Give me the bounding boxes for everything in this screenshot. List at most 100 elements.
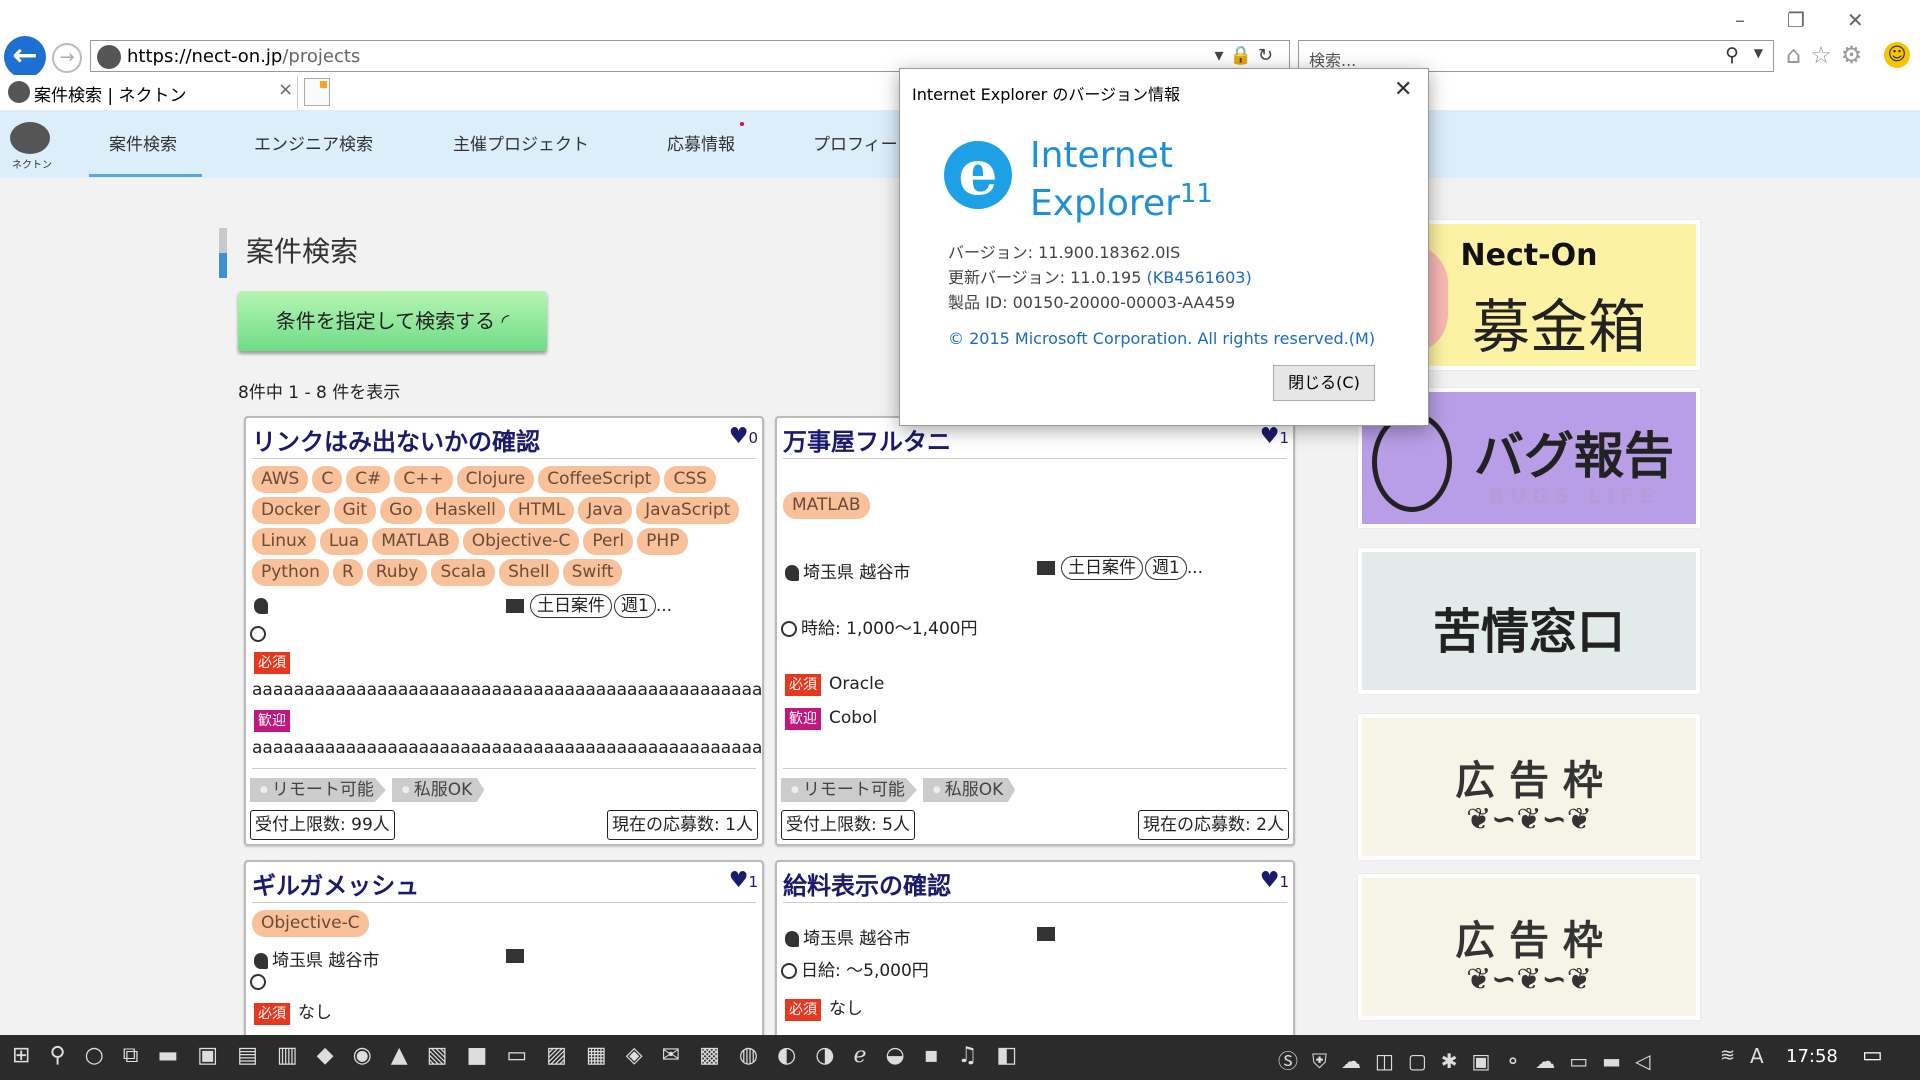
app-icon[interactable]: ▦ [586,1043,626,1068]
music-icon[interactable]: ♫ [958,1043,997,1068]
task-view-icon[interactable]: ⧉ [123,1043,158,1068]
edge-icon[interactable]: ◑ [815,1043,853,1068]
project-card[interactable]: 万事屋フルタニ ♥1 MATLAB 埼玉県 越谷市 土日案件 週1... 時給: … [775,416,1295,846]
skill-tag: C++ [394,466,453,493]
project-card[interactable]: リンクはみ出ないかの確認 ♥0 AWS C C# C++ Clojure CoffeeSc… [244,416,764,846]
ad-slot[interactable]: 広 告 枠 ❦∽❦∽❦ [1358,874,1700,1020]
like-heart-icon[interactable]: ♥0 [729,424,758,449]
app-icon[interactable]: ▩ [699,1043,739,1068]
app-icon[interactable]: ◉ [353,1043,391,1068]
project-title[interactable]: 万事屋フルタニ [783,422,951,457]
skill-tag: R [332,559,363,586]
skill-tag: Scala [431,559,496,586]
terminal-icon[interactable]: ▭ [506,1043,546,1068]
pay [250,972,270,992]
ie-icon[interactable]: ℯ [853,1043,885,1068]
skill-tag: MATLAB [783,492,870,519]
site-logo-text[interactable]: ネクトン [12,156,52,171]
nav-item-project-search[interactable]: 案件検索 [109,130,177,155]
tray-icons[interactable]: Ⓢ⛨☁◫▢✱▣⚬☁▭▬◁ [1278,1045,1664,1074]
location-pin-icon [254,953,268,969]
ad-slot[interactable]: 広 告 枠 ❦∽❦∽❦ [1358,714,1700,860]
nav-item-hosted-projects[interactable]: 主催プロジェクト [453,130,589,155]
home-icon[interactable]: ⌂ [1786,41,1810,69]
like-heart-icon[interactable]: ♥1 [1260,424,1289,449]
skill-tag: CSS [664,466,716,493]
app-icon[interactable]: ◒ [886,1043,924,1068]
toolbar-icons[interactable]: ⌂☆⚙ [1786,41,1871,69]
site-logo-icon[interactable] [10,122,50,154]
project-title[interactable]: ギルガメッシュ [252,866,419,901]
search-icon[interactable]: ⚲ [1725,44,1739,66]
dialog-close-icon[interactable]: ✕ [1394,77,1412,102]
app-icon[interactable]: ▪ [924,1043,958,1068]
app-icon[interactable]: ▥ [277,1043,317,1068]
nav-item-applications[interactable]: 応募情報 [667,130,735,155]
favorites-star-icon[interactable]: ☆ [1810,41,1841,69]
tab-title[interactable]: 案件検索 | ネクトン [34,81,187,106]
ad-complaints[interactable]: 苦情窓口 [1358,548,1700,694]
wifi-icon[interactable]: ≋ [1720,1045,1735,1066]
frequency-tag: 週1 [614,594,656,618]
skill-tag: Perl [583,528,634,555]
gear-icon[interactable]: ⚙ [1841,41,1872,69]
skill-tag: Objective-C [252,910,369,937]
nav-item-profile[interactable]: プロフィー [813,130,898,155]
address-bar-icons[interactable]: ▾🔒↻ [1214,45,1279,66]
tab-close-icon[interactable]: × [278,79,293,100]
new-tab-button[interactable] [304,78,330,106]
store-icon[interactable]: ▣ [197,1043,237,1068]
project-title[interactable]: 給料表示の確認 [783,866,951,901]
taskbar-apps[interactable]: ⊞⚲○⧉▬▣▤▥◆◉▲▧■▭▨▦◈✉▩◍◐◑ℯ◒▪♫◧ [12,1043,1036,1068]
dialog-close-button[interactable]: 閉じる(C) [1273,365,1375,401]
browser-tab[interactable]: 案件検索 | ネクトン × [0,75,298,109]
app-icon[interactable]: ◆ [317,1043,353,1068]
notification-center-icon[interactable]: ▭ [1862,1043,1883,1068]
project-card[interactable]: 給料表示の確認 ♥1 埼玉県 越谷市 日給: 〜5,000円 必須 なし [775,860,1295,1035]
chevron-down-icon[interactable]: ▼ [1754,46,1763,60]
firefox-icon[interactable]: ◐ [777,1043,815,1068]
like-heart-icon[interactable]: ♥1 [729,868,758,893]
windows-start-icon[interactable]: ⊞ [12,1043,49,1068]
search-conditions-button[interactable]: 条件を指定して検索する ◜ [238,291,547,351]
skill-tag: Java [578,497,633,524]
skill-tag: Go [380,497,422,524]
cortana-icon[interactable]: ○ [85,1043,123,1068]
app-icon[interactable]: ▲ [391,1043,427,1068]
copyright-link[interactable]: © 2015 Microsoft Corporation. All rights… [948,329,1375,348]
app-icon[interactable]: ▧ [427,1043,467,1068]
schedule-tags [1037,924,1059,944]
window-controls[interactable]: –❐✕ [1735,8,1906,32]
skill-tags: Objective-C [252,910,762,937]
mail-icon[interactable]: ✉ [662,1043,699,1068]
app-icon[interactable]: ▨ [546,1043,586,1068]
ad-complaints-title: 苦情窓口 [1432,604,1625,660]
nav-item-engineer-search[interactable]: エンジニア検索 [254,130,373,155]
project-title[interactable]: リンクはみ出ないかの確認 [252,422,540,457]
taskbar-clock[interactable]: 17:58 [1786,1046,1838,1067]
ime-icon[interactable]: A [1750,1044,1764,1068]
url-text[interactable]: https://nect-on.jp/projects [127,46,360,67]
app-icon[interactable]: ◧ [996,1043,1036,1068]
location-pin-icon [785,565,799,581]
back-button[interactable]: ← [4,36,46,78]
required-row: 必須 なし [254,998,332,1025]
forward-button[interactable]: → [52,43,82,73]
kb-link[interactable]: (KB4561603) [1147,268,1252,287]
app-icon[interactable]: ▤ [237,1043,277,1068]
search-icon[interactable]: ⚲ [49,1043,84,1068]
file-explorer-icon[interactable]: ▬ [157,1043,197,1068]
welcome-badge: 歓迎 [785,708,821,730]
ie-name-word: Explorer [1030,183,1180,224]
schedule-tags: 土日案件 週1... [1037,556,1203,580]
coin-stack-icon [781,621,797,637]
app-icon[interactable]: ◈ [626,1043,662,1068]
chrome-icon[interactable]: ◍ [739,1043,777,1068]
feedback-smiley-icon[interactable]: ☺ [1884,42,1910,68]
like-heart-icon[interactable]: ♥1 [1260,868,1289,893]
app-icon[interactable]: ■ [467,1043,507,1068]
skill-tag: Ruby [366,559,428,586]
more-ellipsis: ... [1186,558,1204,578]
project-card[interactable]: ギルガメッシュ ♥1 Objective-C 埼玉県 越谷市 必須 なし [244,860,764,1035]
location-text: 埼玉県 越谷市 [803,929,911,949]
